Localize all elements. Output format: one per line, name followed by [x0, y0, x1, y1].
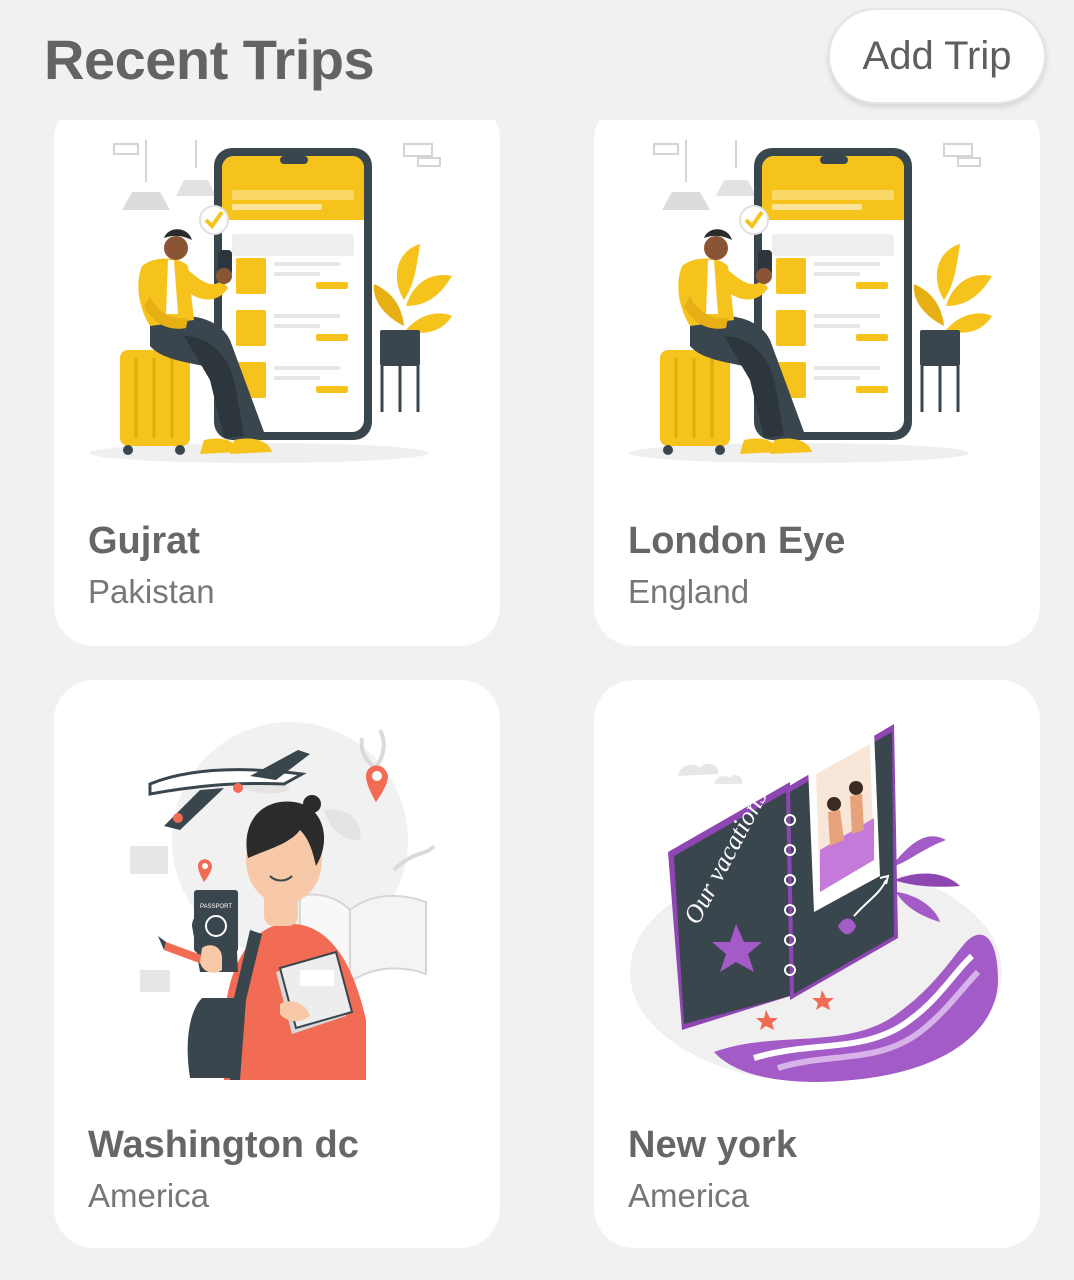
add-trip-button[interactable]: Add Trip [828, 8, 1046, 104]
trip-country: Pakistan [88, 573, 215, 610]
trip-name: Washington dc [88, 1124, 359, 1166]
trips-grid: Gujrat Pakistan London Eye England PASSP… [0, 0, 1074, 1280]
trip-name: Gujrat [88, 520, 200, 562]
trip-name: London Eye [628, 520, 846, 562]
trip-country: England [628, 573, 750, 610]
header-bar: Recent Trips Add Trip [0, 0, 1074, 120]
traveler-booking-app-illustration [629, 140, 992, 463]
trip-card-new-york[interactable]: Our vacations New york America [594, 680, 1040, 1248]
page-title: Recent Trips [44, 28, 375, 91]
traveler-booking-app-illustration [89, 140, 452, 463]
trip-country: America [88, 1177, 210, 1214]
vacation-photo-album-illustration: Our vacations [630, 724, 1002, 1082]
recent-trips-screen: Gujrat Pakistan London Eye England PASSP… [0, 0, 1074, 1280]
student-passport-travel-illustration: PASSPORT [130, 722, 436, 1080]
trip-name: New york [628, 1124, 797, 1166]
trip-card-london-eye[interactable]: London Eye England [594, 100, 1040, 646]
trip-card-washington-dc[interactable]: PASSPORT Washington dc America [54, 680, 500, 1248]
trip-card-gujrat[interactable]: Gujrat Pakistan [54, 100, 500, 646]
trip-country: America [628, 1177, 750, 1214]
passport-label: PASSPORT [200, 904, 232, 910]
